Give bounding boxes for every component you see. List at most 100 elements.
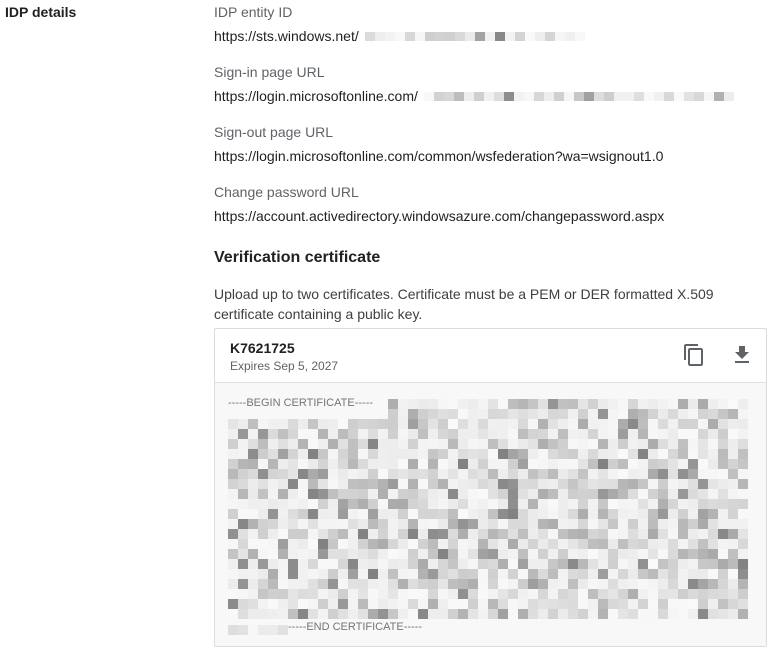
- redaction-block: [548, 599, 558, 609]
- redaction-block: [268, 439, 278, 449]
- redaction-block: [308, 559, 318, 569]
- redaction-block: [588, 479, 598, 489]
- redaction-block: [268, 625, 278, 635]
- redaction-block: [673, 91, 684, 101]
- redaction-block: [278, 539, 288, 549]
- redaction-block: [368, 429, 378, 439]
- redaction-block: [668, 539, 678, 549]
- redaction-block: [258, 479, 268, 489]
- redaction-block: [708, 499, 718, 509]
- redaction-block: [508, 429, 518, 439]
- redaction-block: [488, 459, 498, 469]
- redaction-block: [558, 399, 568, 409]
- redaction-block: [518, 559, 528, 569]
- redaction-block: [488, 579, 498, 589]
- redaction-block: [488, 489, 498, 499]
- redaction-block: [318, 429, 328, 439]
- redaction-block: [338, 439, 348, 449]
- redaction-block: [358, 549, 368, 559]
- redaction-block: [438, 599, 448, 609]
- redaction-block: [258, 459, 268, 469]
- redaction-block: [268, 519, 278, 529]
- redaction-block: [648, 459, 658, 469]
- redaction-block: [638, 419, 648, 429]
- redaction-block: [538, 419, 548, 429]
- redaction-block: [308, 599, 318, 609]
- redaction-block: [678, 529, 688, 539]
- redaction-block: [728, 399, 738, 409]
- redaction-block: [348, 579, 358, 589]
- redaction-block: [468, 439, 478, 449]
- redaction-block: [348, 529, 358, 539]
- redaction-block: [388, 519, 398, 529]
- redaction-block: [498, 529, 508, 539]
- redaction-block: [738, 589, 748, 599]
- redaction-block: [408, 589, 418, 599]
- redaction-block: [728, 539, 738, 549]
- redaction-block: [648, 439, 658, 449]
- redaction-block: [608, 599, 618, 609]
- redaction-block: [458, 429, 468, 439]
- redaction-block: [434, 31, 445, 41]
- redaction-block: [528, 399, 538, 409]
- redaction-block: [688, 529, 698, 539]
- redaction-block: [398, 519, 408, 529]
- redaction-block: [258, 519, 268, 529]
- redaction-block: [498, 599, 508, 609]
- redaction-block: [418, 569, 428, 579]
- download-icon[interactable]: [730, 343, 754, 367]
- redaction-block: [528, 459, 538, 469]
- copy-icon[interactable]: [682, 343, 706, 367]
- redaction-block: [318, 449, 328, 459]
- redaction-block: [678, 459, 688, 469]
- redaction-block: [398, 539, 408, 549]
- redaction-block: [528, 569, 538, 579]
- redaction-block: [698, 589, 708, 599]
- redaction-block: [308, 439, 318, 449]
- redaction-block: [498, 439, 508, 449]
- redaction-block: [478, 549, 488, 559]
- redaction-block: [538, 599, 548, 609]
- redaction-block: [718, 539, 728, 549]
- redaction-block: [288, 569, 298, 579]
- redaction-block: [698, 439, 708, 449]
- redaction-block: [718, 459, 728, 469]
- redaction-block: [618, 539, 628, 549]
- redaction-block: [338, 449, 348, 459]
- sign-in-url-value: https://login.microsoftonline.com/: [214, 88, 418, 104]
- redaction-block: [328, 529, 338, 539]
- redaction-block: [378, 429, 388, 439]
- redaction-block: [518, 519, 528, 529]
- redaction-block: [398, 569, 408, 579]
- redaction-block: [628, 399, 638, 409]
- redaction-block: [228, 449, 238, 459]
- redaction-block: [638, 569, 648, 579]
- redaction-block: [288, 519, 298, 529]
- redaction-block: [608, 399, 618, 409]
- redaction-block: [708, 559, 718, 569]
- redaction-block: [388, 479, 398, 489]
- redaction-block: [228, 625, 238, 635]
- redaction-block: [598, 529, 608, 539]
- redaction-block: [698, 539, 708, 549]
- redaction-block: [438, 589, 448, 599]
- redaction-block: [524, 31, 535, 41]
- redaction-block: [248, 599, 258, 609]
- redaction-block: [558, 429, 568, 439]
- redaction-block: [388, 529, 398, 539]
- redaction-block: [538, 439, 548, 449]
- redaction-block: [258, 489, 268, 499]
- redaction-block: [368, 559, 378, 569]
- redaction-block: [583, 91, 594, 101]
- redaction-block: [588, 529, 598, 539]
- redaction-block: [528, 419, 538, 429]
- redaction-block: [698, 479, 708, 489]
- redaction-block: [534, 31, 545, 41]
- redaction-block: [708, 479, 718, 489]
- redaction-block: [568, 469, 578, 479]
- redaction-block: [498, 609, 508, 619]
- redaction-block: [688, 409, 698, 419]
- redaction-block: [428, 399, 438, 409]
- redaction-block: [338, 469, 348, 479]
- redaction-block: [508, 409, 518, 419]
